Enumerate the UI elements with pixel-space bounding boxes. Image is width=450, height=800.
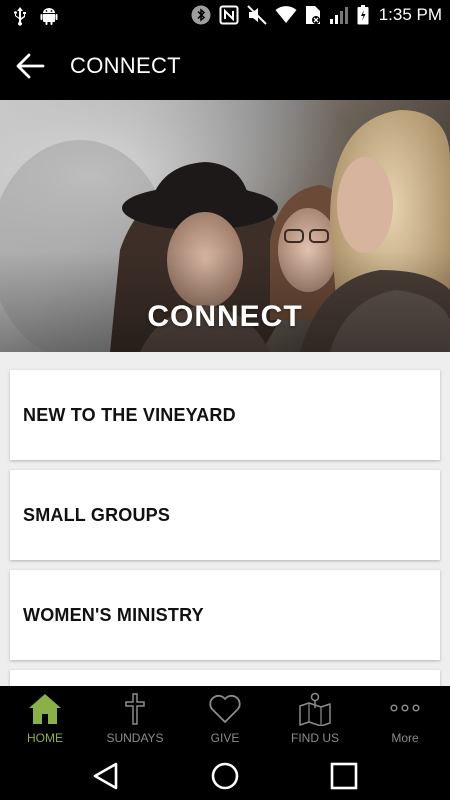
status-time: 1:35 PM bbox=[378, 5, 442, 24]
system-home-button[interactable] bbox=[209, 760, 241, 792]
system-recents-button[interactable] bbox=[328, 760, 360, 792]
battery-icon bbox=[357, 5, 369, 25]
list-item-small-groups[interactable]: SMALL GROUPS bbox=[10, 470, 440, 560]
bottom-nav: HOME SUNDAYS GIVE FIND US More bbox=[0, 686, 450, 752]
menu-list: NEW TO THE VINEYARD SMALL GROUPS WOMEN'S… bbox=[0, 352, 450, 686]
hero-banner: CONNECT bbox=[0, 100, 450, 352]
cross-icon bbox=[125, 693, 145, 725]
hero-title: CONNECT bbox=[147, 300, 303, 333]
usb-icon bbox=[14, 7, 26, 26]
nav-more[interactable]: More bbox=[360, 686, 450, 752]
nav-give[interactable]: GIVE bbox=[180, 686, 270, 752]
list-item-womens-ministry[interactable]: WOMEN'S MINISTRY bbox=[10, 570, 440, 660]
recents-square-icon bbox=[330, 762, 358, 790]
back-triangle-icon bbox=[93, 762, 118, 790]
app-bar: CONNECT bbox=[0, 32, 450, 100]
status-bar: 1:35 PM bbox=[0, 0, 450, 32]
sim-icon bbox=[305, 6, 320, 24]
nav-find-us-label: FIND US bbox=[291, 731, 339, 745]
arrow-left-icon bbox=[16, 53, 45, 79]
list-item-partial[interactable] bbox=[10, 670, 440, 686]
list-item-label: SMALL GROUPS bbox=[23, 505, 171, 525]
nav-more-label: More bbox=[391, 731, 419, 745]
bluetooth-icon bbox=[191, 5, 211, 25]
nav-find-us[interactable]: FIND US bbox=[270, 686, 360, 752]
nav-sundays[interactable]: SUNDAYS bbox=[90, 686, 180, 752]
system-nav-bar bbox=[0, 752, 450, 800]
home-circle-icon bbox=[211, 762, 239, 790]
map-icon bbox=[299, 692, 331, 726]
list-item-label: NEW TO THE VINEYARD bbox=[23, 405, 236, 425]
list-item-label: WOMEN'S MINISTRY bbox=[23, 605, 204, 625]
back-button[interactable] bbox=[14, 50, 48, 82]
more-icon bbox=[390, 704, 420, 712]
nfc-icon bbox=[219, 5, 239, 25]
home-icon bbox=[29, 694, 61, 724]
nav-give-label: GIVE bbox=[210, 731, 240, 745]
system-back-button[interactable] bbox=[90, 760, 122, 792]
wifi-icon bbox=[275, 6, 297, 23]
android-icon bbox=[40, 8, 58, 25]
nav-home[interactable]: HOME bbox=[0, 686, 90, 752]
list-item-new-to-the-vineyard[interactable]: NEW TO THE VINEYARD bbox=[10, 370, 440, 460]
page-title: CONNECT bbox=[70, 53, 181, 78]
mute-icon bbox=[246, 5, 267, 25]
nav-home-label: HOME bbox=[27, 731, 63, 745]
signal-icon bbox=[329, 7, 348, 24]
nav-sundays-label: SUNDAYS bbox=[106, 731, 164, 745]
heart-icon bbox=[209, 694, 241, 723]
